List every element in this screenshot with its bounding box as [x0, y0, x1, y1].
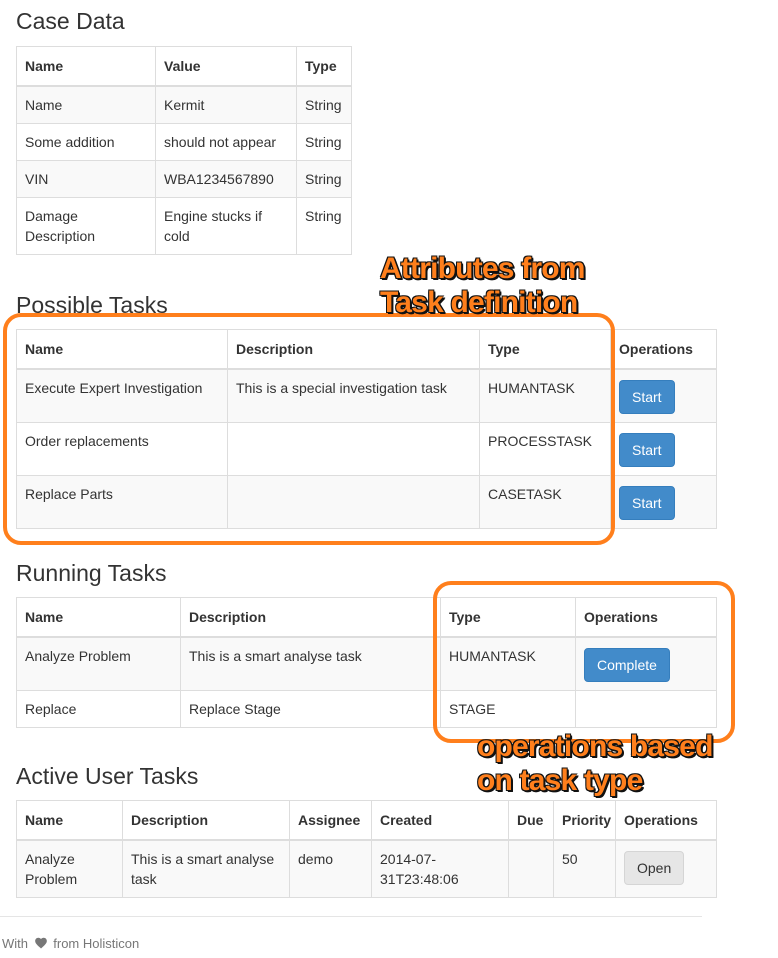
column-header-assignee: Assignee: [289, 800, 372, 841]
column-header-operations: Operations: [575, 597, 717, 638]
cell-description: This is a smart analyse task: [122, 839, 290, 898]
column-header-type: Type: [440, 597, 576, 638]
cell-name: Damage Description: [16, 197, 156, 255]
cell-description: This is a smart analyse task: [180, 636, 441, 691]
table-header-row: Name Description Assignee Created Due Pr…: [16, 800, 717, 841]
operations-annotation: operations based on task type: [477, 730, 713, 798]
column-header-due: Due: [508, 800, 554, 841]
running-tasks-table: Name Description Type Operations Analyze…: [16, 597, 717, 728]
annotation-line: operations based: [477, 730, 713, 763]
cell-operations: Start: [610, 368, 717, 423]
running-tasks-title: Running Tasks: [16, 560, 167, 586]
open-button[interactable]: Open: [624, 851, 685, 885]
cell-assignee: demo: [289, 839, 372, 898]
footer-divider: [0, 916, 702, 917]
column-header-description: Description: [180, 597, 441, 638]
column-header-operations: Operations: [615, 800, 717, 841]
cell-name: Replace: [16, 690, 181, 728]
cell-type: CASETASK: [479, 475, 611, 529]
column-header-name: Name: [16, 46, 156, 87]
table-header-row: Name Description Type Operations: [16, 597, 717, 638]
table-row: Analyze Problem This is a smart analyse …: [16, 839, 717, 898]
complete-button[interactable]: Complete: [584, 648, 670, 682]
cell-description: [227, 475, 480, 529]
cell-value: should not appear: [155, 123, 297, 161]
cell-value: Kermit: [155, 85, 297, 124]
table-row: Analyze Problem This is a smart analyse …: [16, 636, 717, 691]
cell-description: This is a special investigation task: [227, 368, 480, 423]
footer-prefix: With: [2, 936, 28, 951]
cell-name: Name: [16, 85, 156, 124]
column-header-description: Description: [227, 329, 480, 370]
cell-due: [508, 839, 554, 898]
cell-type: STAGE: [440, 690, 576, 728]
column-header-type: Type: [479, 329, 611, 370]
cell-name: Analyze Problem: [16, 636, 181, 691]
start-button[interactable]: Start: [619, 486, 675, 520]
cell-operations: Complete: [575, 636, 717, 691]
case-data-title: Case Data: [16, 8, 125, 34]
table-row: Some addition should not appear String: [16, 123, 352, 161]
active-user-tasks-title: Active User Tasks: [16, 763, 199, 789]
table-header-row: Name Description Type Operations: [16, 329, 717, 370]
table-row: Replace Parts CASETASK Start: [16, 475, 717, 529]
start-button[interactable]: Start: [619, 380, 675, 414]
column-header-created: Created: [371, 800, 509, 841]
column-header-name: Name: [16, 800, 123, 841]
cell-operations: Open: [615, 839, 717, 898]
cell-description: [227, 422, 480, 476]
column-header-type: Type: [296, 46, 352, 87]
heart-icon: [34, 937, 47, 949]
cell-name: Execute Expert Investigation: [16, 368, 228, 423]
column-header-name: Name: [16, 597, 181, 638]
cell-name: VIN: [16, 160, 156, 198]
cell-value: Engine stucks if cold: [155, 197, 297, 255]
column-header-name: Name: [16, 329, 228, 370]
active-user-tasks-table: Name Description Assignee Created Due Pr…: [16, 800, 717, 898]
possible-tasks-title: Possible Tasks: [16, 292, 168, 318]
cell-name: Some addition: [16, 123, 156, 161]
cell-description: Replace Stage: [180, 690, 441, 728]
cell-operations: Start: [610, 475, 717, 529]
table-header-row: Name Value Type: [16, 46, 352, 87]
annotation-line: Task definition: [380, 286, 578, 319]
possible-tasks-table: Name Description Type Operations Execute…: [16, 329, 717, 529]
cell-type: String: [296, 123, 352, 161]
footer-suffix: from Holisticon: [53, 936, 140, 951]
table-row: Replace Replace Stage STAGE: [16, 690, 717, 728]
cell-type: HUMANTASK: [440, 636, 576, 691]
cell-type: String: [296, 160, 352, 198]
cell-priority: 50: [553, 839, 616, 898]
column-header-priority: Priority: [553, 800, 616, 841]
cell-type: PROCESSTASK: [479, 422, 611, 476]
cell-operations: Start: [610, 422, 717, 476]
cell-created: 2014-07-31T23:48:06: [371, 839, 509, 898]
cell-name: Order replacements: [16, 422, 228, 476]
footer: With from Holisticon: [2, 936, 139, 951]
cell-type: String: [296, 197, 352, 255]
annotation-line: Attributes from: [380, 252, 585, 285]
column-header-value: Value: [155, 46, 297, 87]
start-button[interactable]: Start: [619, 433, 675, 467]
cell-type: HUMANTASK: [479, 368, 611, 423]
cell-value: WBA1234567890: [155, 160, 297, 198]
table-row: VIN WBA1234567890 String: [16, 160, 352, 198]
column-header-description: Description: [122, 800, 290, 841]
attributes-annotation: Attributes from Task definition: [380, 252, 585, 320]
case-data-table: Name Value Type Name Kermit String Some …: [16, 46, 352, 255]
cell-type: String: [296, 85, 352, 124]
column-header-operations: Operations: [610, 329, 717, 370]
cell-name: Replace Parts: [16, 475, 228, 529]
table-row: Order replacements PROCESSTASK Start: [16, 422, 717, 476]
table-row: Name Kermit String: [16, 85, 352, 124]
table-row: Damage Description Engine stucks if cold…: [16, 197, 352, 255]
annotation-line: on task type: [477, 764, 643, 797]
table-row: Execute Expert Investigation This is a s…: [16, 368, 717, 423]
cell-operations: [575, 690, 717, 728]
cell-name: Analyze Problem: [16, 839, 123, 898]
